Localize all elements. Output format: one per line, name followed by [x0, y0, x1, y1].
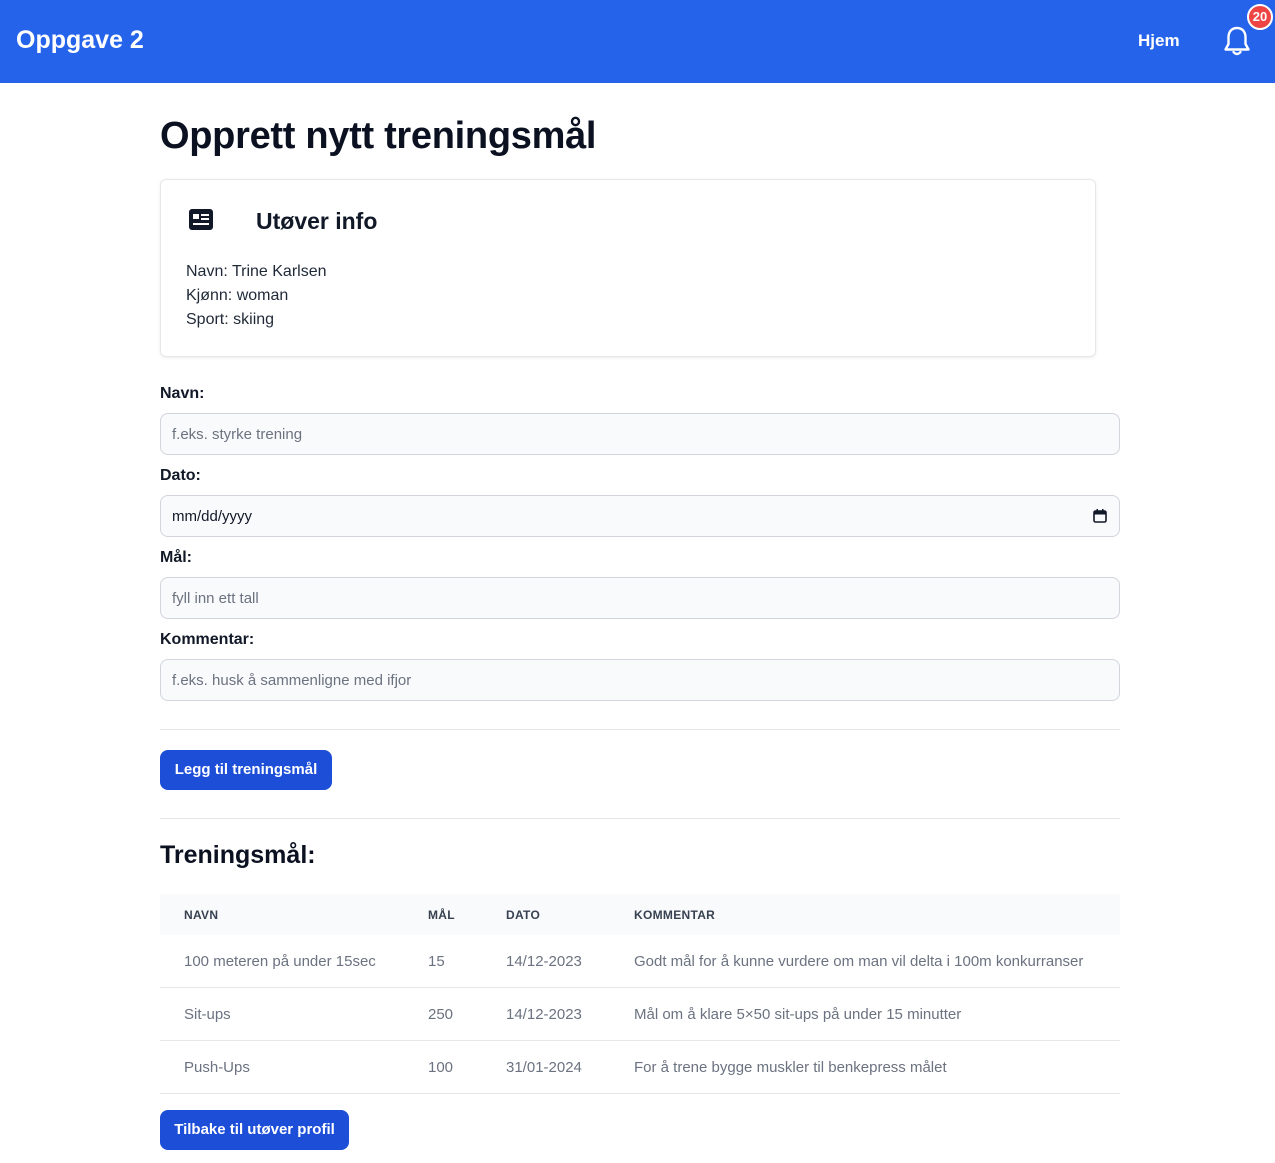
table-row: Sit-ups 250 14/12-2023 Mål om å klare 5×…: [160, 988, 1120, 1041]
name-label: Navn:: [160, 385, 205, 402]
athlete-info-card: Utøver info Navn: Trine Karlsen Kjønn: w…: [160, 179, 1096, 357]
table-header: NAVN MÅL DATO KOMMENTAR: [160, 894, 1120, 935]
cell-goal: 100: [428, 1059, 454, 1076]
divider: [160, 818, 1120, 819]
navbar: Oppgave 2 Hjem 20: [0, 0, 1275, 83]
home-link[interactable]: Hjem: [1138, 30, 1180, 52]
cell-goal: 250: [428, 1006, 454, 1023]
date-label: Dato:: [160, 467, 201, 484]
id-card-icon: [188, 208, 214, 232]
date-input[interactable]: mm/dd/yyyy: [160, 495, 1120, 537]
date-placeholder: mm/dd/yyyy: [172, 508, 253, 525]
athlete-gender: Kjønn: woman: [186, 287, 289, 304]
goal-label: Mål:: [160, 549, 192, 566]
column-header-comment: KOMMENTAR: [634, 908, 716, 922]
name-input[interactable]: [160, 413, 1120, 455]
card-title: Utøver info: [256, 208, 378, 234]
cell-goal: 15: [428, 953, 445, 970]
athlete-sport: Sport: skiing: [186, 311, 275, 328]
cell-comment: Mål om å klare 5×50 sit-ups på under 15 …: [634, 1006, 962, 1023]
add-goal-button[interactable]: Legg til treningsmål: [160, 750, 332, 790]
cell-date: 14/12-2023: [506, 953, 582, 970]
notification-badge: 20: [1247, 4, 1273, 30]
goals-table: NAVN MÅL DATO KOMMENTAR 100 meteren på u…: [160, 894, 1120, 1094]
athlete-name: Navn: Trine Karlsen: [186, 263, 327, 280]
bell-icon[interactable]: [1222, 25, 1252, 57]
column-header-goal: MÅL: [428, 908, 455, 922]
cell-name: 100 meteren på under 15sec: [184, 953, 376, 970]
cell-comment: Godt mål for å kunne vurdere om man vil …: [634, 953, 1084, 970]
cell-name: Sit-ups: [184, 1006, 231, 1023]
goals-title: Treningsmål:: [160, 841, 316, 869]
goal-input[interactable]: [160, 577, 1120, 619]
comment-input[interactable]: [160, 659, 1120, 701]
page-title: Opprett nytt treningsmål: [160, 115, 597, 157]
table-row: 100 meteren på under 15sec 15 14/12-2023…: [160, 935, 1120, 988]
cell-name: Push-Ups: [184, 1059, 250, 1076]
brand-title[interactable]: Oppgave 2: [16, 24, 144, 56]
table-row: Push-Ups 100 31/01-2024 For å trene bygg…: [160, 1041, 1120, 1094]
column-header-name: NAVN: [184, 908, 219, 922]
cell-date: 31/01-2024: [506, 1059, 582, 1076]
comment-label: Kommentar:: [160, 631, 255, 648]
back-to-profile-button[interactable]: Tilbake til utøver profil: [160, 1110, 349, 1150]
cell-date: 14/12-2023: [506, 1006, 582, 1023]
divider: [160, 729, 1120, 730]
column-header-date: DATO: [506, 908, 541, 922]
cell-comment: For å trene bygge muskler til benkepress…: [634, 1059, 947, 1076]
calendar-icon[interactable]: [1093, 509, 1107, 523]
